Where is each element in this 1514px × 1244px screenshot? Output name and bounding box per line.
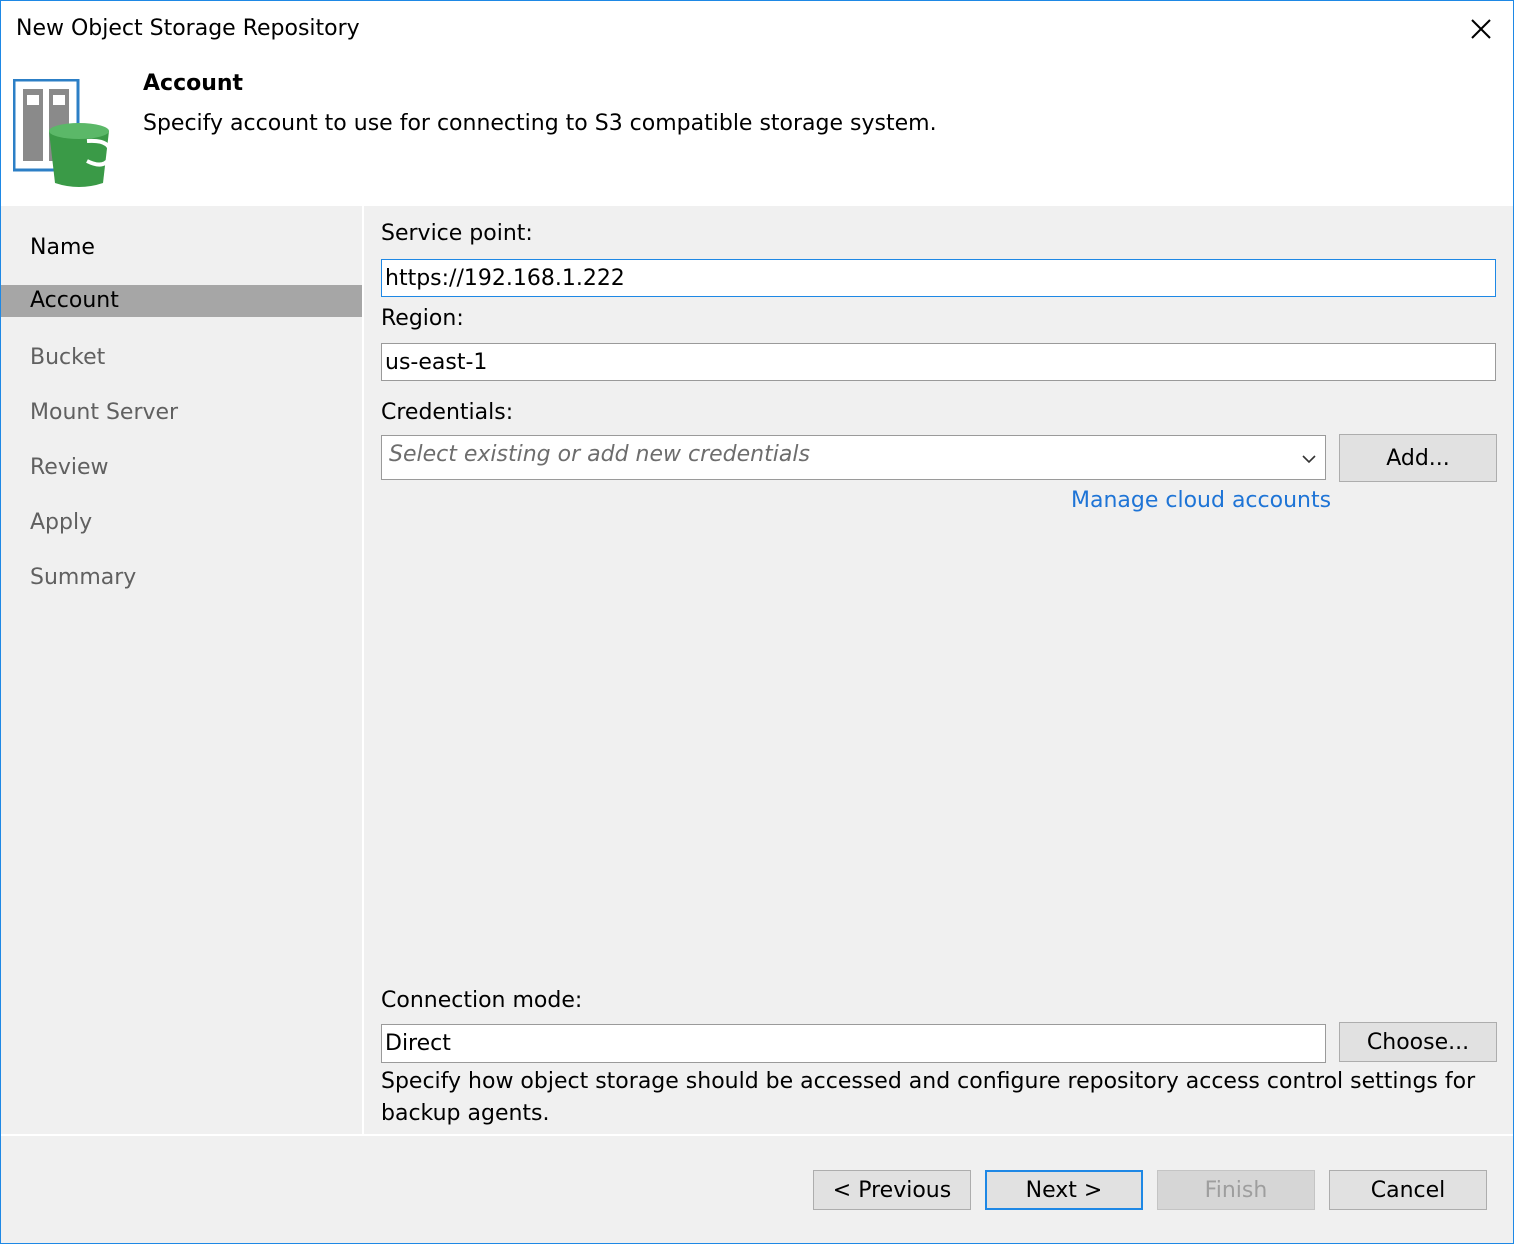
- credentials-placeholder: Select existing or add new credentials: [389, 442, 810, 467]
- chevron-down-icon: [1301, 450, 1317, 464]
- connection-mode-label: Connection mode:: [381, 988, 583, 1013]
- page-title: Account: [143, 71, 244, 96]
- title-bar: New Object Storage Repository: [1, 1, 1513, 61]
- window-title: New Object Storage Repository: [16, 16, 360, 41]
- object-storage-repository-icon: [12, 78, 117, 187]
- finish-button[interactable]: Finish: [1157, 1170, 1315, 1210]
- sidebar-item-review[interactable]: Review: [1, 452, 362, 484]
- cancel-button[interactable]: Cancel: [1329, 1170, 1487, 1210]
- wizard-footer: < Previous Next > Finish Cancel: [1, 1136, 1513, 1243]
- sidebar-item-summary[interactable]: Summary: [1, 562, 362, 594]
- sidebar-item-bucket[interactable]: Bucket: [1, 342, 362, 374]
- close-icon[interactable]: [1465, 13, 1497, 45]
- account-form: Service point: Region: Credentials: Sele…: [364, 206, 1513, 1134]
- region-label: Region:: [381, 306, 464, 331]
- sidebar-item-name[interactable]: Name: [1, 232, 362, 264]
- wizard-steps: Name Account Bucket Mount Server Review …: [1, 206, 364, 1134]
- sidebar-item-apply[interactable]: Apply: [1, 507, 362, 539]
- credentials-label: Credentials:: [381, 400, 514, 425]
- service-point-input[interactable]: [381, 259, 1496, 297]
- page-description: Specify account to use for connecting to…: [143, 111, 937, 136]
- add-credentials-button[interactable]: Add...: [1339, 434, 1497, 482]
- choose-connection-mode-button[interactable]: Choose...: [1339, 1022, 1497, 1062]
- sidebar-item-account[interactable]: Account: [1, 285, 362, 317]
- wizard-header: Account Specify account to use for conne…: [1, 61, 1513, 206]
- credentials-select[interactable]: Select existing or add new credentials: [381, 435, 1326, 480]
- manage-cloud-accounts-link[interactable]: Manage cloud accounts: [1071, 488, 1331, 513]
- region-input[interactable]: [381, 343, 1496, 381]
- previous-button[interactable]: < Previous: [813, 1170, 971, 1210]
- wizard-window: New Object Storage Repository Account Sp…: [0, 0, 1514, 1244]
- sidebar-item-mount-server[interactable]: Mount Server: [1, 397, 362, 429]
- connection-mode-help: Specify how object storage should be acc…: [381, 1069, 1476, 1126]
- service-point-label: Service point:: [381, 221, 533, 246]
- next-button[interactable]: Next >: [985, 1170, 1143, 1210]
- connection-mode-field[interactable]: [381, 1024, 1326, 1063]
